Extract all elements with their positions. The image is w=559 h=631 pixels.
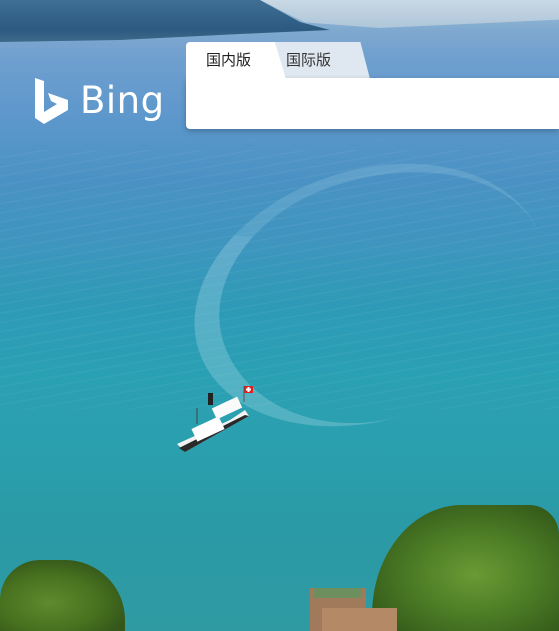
background-roof: [322, 608, 397, 631]
bing-logo-icon: [35, 78, 68, 124]
search-input[interactable]: [200, 88, 550, 118]
bing-logo-text: Bing: [80, 79, 165, 122]
background-house-roof: [314, 588, 362, 598]
search-box: 国际版 国内版: [186, 42, 559, 130]
search-tabs: 国际版 国内版: [186, 42, 559, 79]
tab-domestic[interactable]: 国内版: [186, 42, 272, 79]
search-panel: [186, 78, 559, 129]
bing-logo[interactable]: Bing: [33, 76, 165, 126]
background-ship: [177, 386, 253, 452]
tab-domestic-label: 国内版: [206, 51, 252, 69]
tab-international-label: 国际版: [286, 51, 332, 69]
